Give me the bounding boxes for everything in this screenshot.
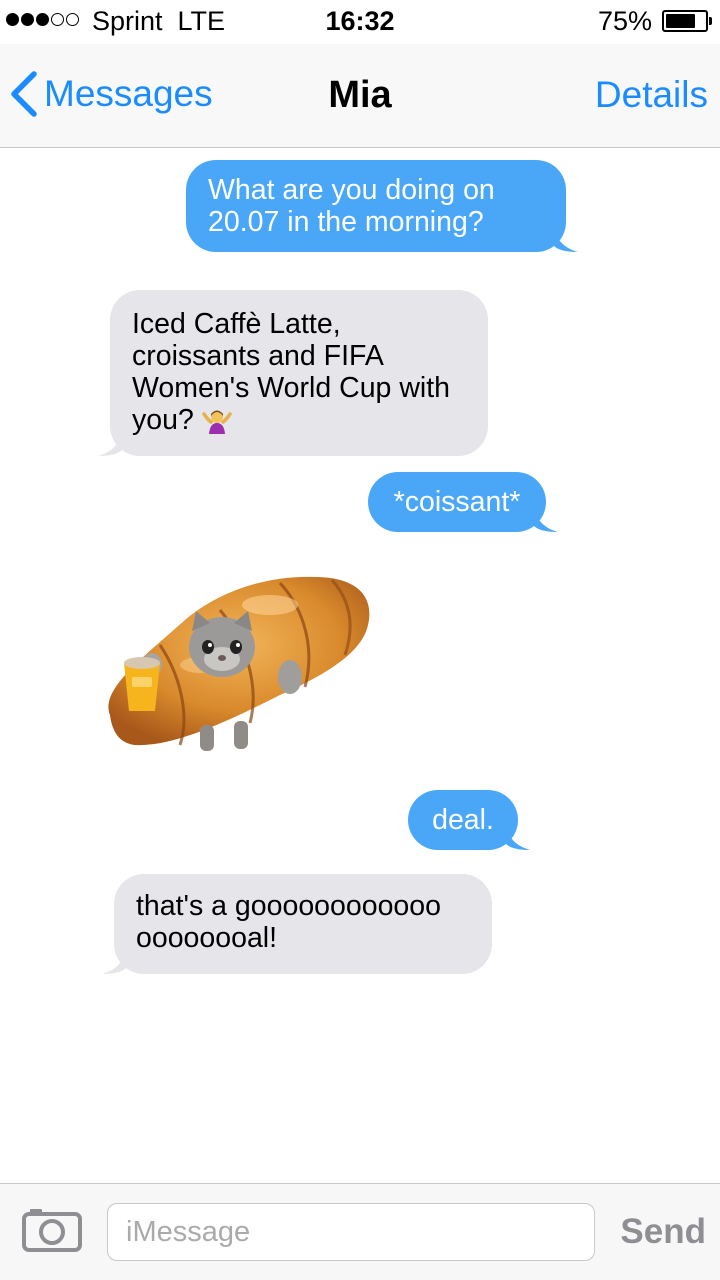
message-text: deal. <box>432 804 494 836</box>
nav-bar: Messages Mia Details <box>0 44 720 148</box>
message-bubble-sent[interactable]: What are you doing on 20.07 in the morni… <box>186 160 578 252</box>
details-button[interactable]: Details <box>595 74 708 116</box>
message-text: Iced Caffè Latte, croissants and FIFA Wo… <box>132 308 450 436</box>
send-button[interactable]: Send <box>620 1212 706 1252</box>
message-input-bar: Send <box>0 1183 720 1280</box>
bubble-tail <box>98 430 122 457</box>
battery-percent: 75% <box>597 6 652 36</box>
camera-icon[interactable] <box>22 1206 82 1252</box>
message-bubble-received[interactable]: Iced Caffè Latte, croissants and FIFA Wo… <box>98 290 488 457</box>
bubble-tail <box>534 506 558 532</box>
message-text: that's a goooooooooooo oooooooal! <box>136 890 441 954</box>
woman-shrugging-emoji-icon <box>201 410 232 435</box>
bubble-tail <box>554 226 578 252</box>
battery-icon <box>662 10 712 32</box>
bubble-tail <box>506 824 530 850</box>
imessage-input[interactable] <box>107 1203 595 1261</box>
bubble-tail <box>102 948 126 974</box>
cat-croissant-sticker[interactable] <box>100 565 390 760</box>
message-text: *coissant* <box>393 486 521 518</box>
status-bar: Sprint LTE 16:32 75% <box>0 0 720 44</box>
message-text: What are you doing on 20.07 in the morni… <box>208 174 495 238</box>
message-bubble-received[interactable]: that's a goooooooooooo oooooooal! <box>102 874 492 974</box>
message-bubble-sent[interactable]: deal. <box>408 790 530 850</box>
message-bubble-sent[interactable]: *coissant* <box>368 472 558 532</box>
